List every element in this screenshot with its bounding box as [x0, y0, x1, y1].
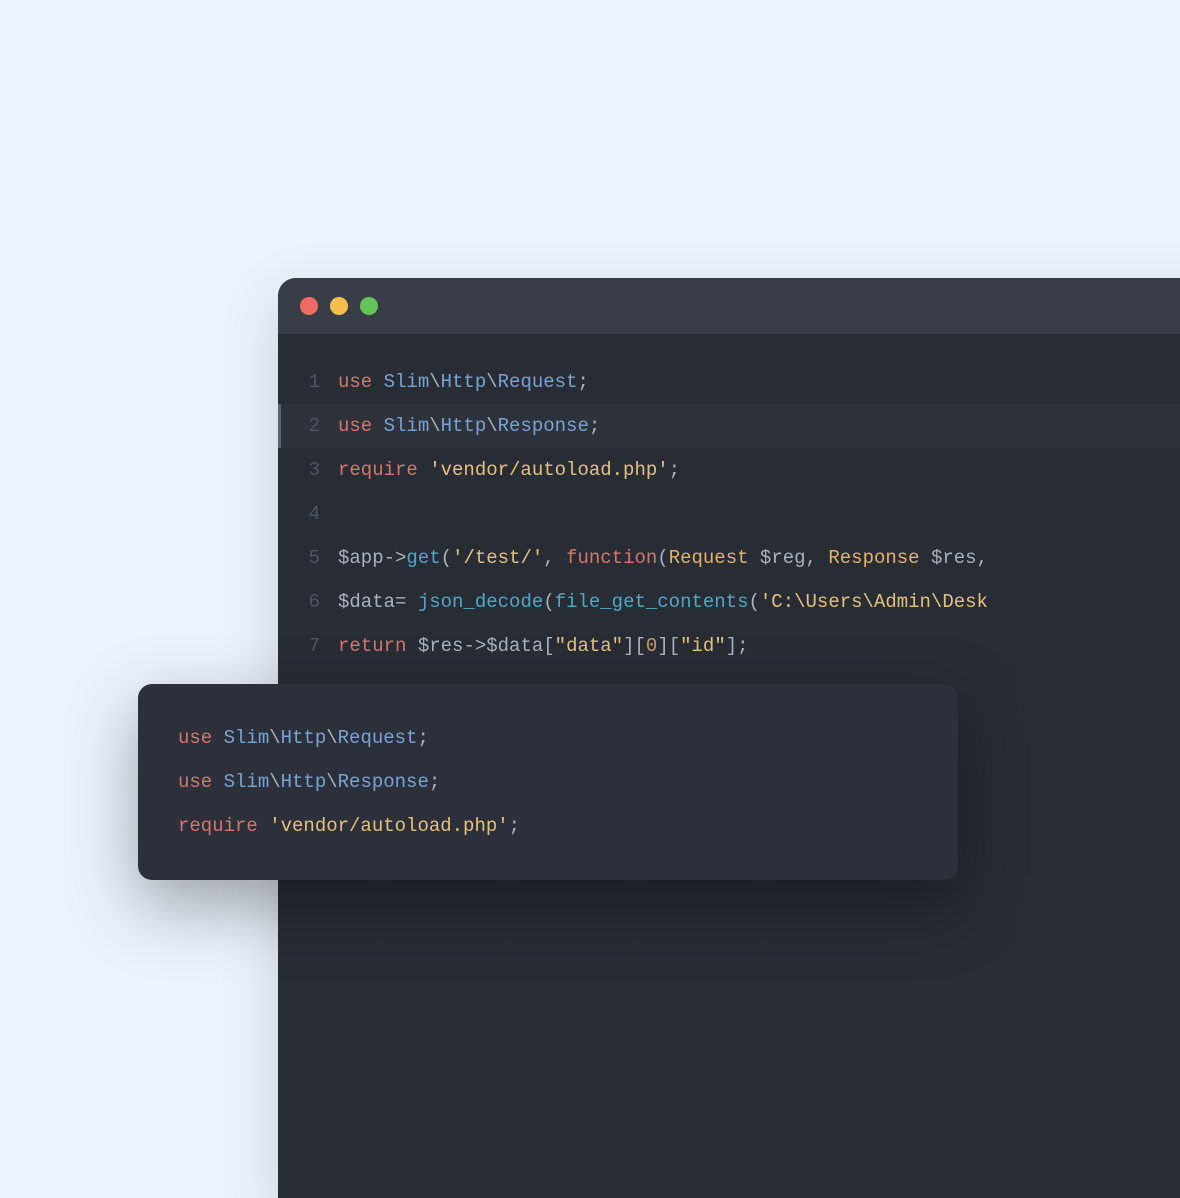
- code-token: ->: [463, 635, 486, 657]
- code-token: Slim: [224, 727, 270, 749]
- line-number: 4: [278, 503, 326, 525]
- code-token: \: [429, 371, 440, 393]
- code-token: \: [486, 415, 497, 437]
- code-token: (: [441, 547, 452, 569]
- code-token: $reg,: [749, 547, 829, 569]
- code-token: Response: [498, 415, 589, 437]
- code-token: "id": [680, 635, 726, 657]
- line-content[interactable]: require 'vendor/autoload.php';: [326, 459, 680, 481]
- code-tooltip: use Slim\Http\Request;use Slim\Http\Resp…: [138, 684, 958, 880]
- window-titlebar: [278, 278, 1180, 334]
- code-token: (: [657, 547, 668, 569]
- code-token: Slim: [224, 771, 270, 793]
- code-token: $data: [338, 591, 395, 613]
- code-token: Http: [441, 415, 487, 437]
- code-token: require: [178, 815, 269, 837]
- code-token: 0: [646, 635, 657, 657]
- code-line[interactable]: 2use Slim\Http\Response;: [278, 404, 1180, 448]
- tooltip-line: use Slim\Http\Request;: [178, 716, 918, 760]
- line-content[interactable]: use Slim\Http\Response;: [326, 415, 600, 437]
- code-token: Response: [828, 547, 919, 569]
- line-number: 7: [278, 635, 326, 657]
- code-token: ;: [509, 815, 520, 837]
- code-token: Slim: [384, 415, 430, 437]
- code-token: \: [269, 727, 280, 749]
- code-token: Response: [338, 771, 429, 793]
- code-token: \: [486, 371, 497, 393]
- minimize-button[interactable]: [330, 297, 348, 315]
- line-number: 3: [278, 459, 326, 481]
- code-token: ->: [384, 547, 407, 569]
- code-token: use: [338, 415, 384, 437]
- code-token: use: [338, 371, 384, 393]
- line-content[interactable]: use Slim\Http\Request;: [326, 371, 589, 393]
- code-token: return: [338, 635, 418, 657]
- code-token: ;: [669, 459, 680, 481]
- code-token: ;: [577, 371, 588, 393]
- code-line[interactable]: 4: [278, 492, 1180, 536]
- code-token: Request: [498, 371, 578, 393]
- line-number: 1: [278, 371, 326, 393]
- code-token: \: [429, 415, 440, 437]
- line-content[interactable]: return $res->$data["data"][0]["id"];: [326, 635, 749, 657]
- code-token: get: [406, 547, 440, 569]
- code-token: use: [178, 727, 224, 749]
- code-token: $res,: [920, 547, 988, 569]
- line-number: 5: [278, 547, 326, 569]
- tooltip-line: require 'vendor/autoload.php';: [178, 804, 918, 848]
- code-token: (: [749, 591, 760, 613]
- code-token: Request: [669, 547, 749, 569]
- code-token: $app: [338, 547, 384, 569]
- code-token: ][: [623, 635, 646, 657]
- code-token: $data: [486, 635, 543, 657]
- code-token: require: [338, 459, 429, 481]
- line-number: 6: [278, 591, 326, 613]
- line-number: 2: [278, 415, 326, 437]
- code-token: Http: [281, 727, 327, 749]
- code-token: 'vendor/autoload.php': [269, 815, 508, 837]
- code-token: $res: [418, 635, 464, 657]
- code-token: \: [269, 771, 280, 793]
- code-token: (: [543, 591, 554, 613]
- code-token: Http: [441, 371, 487, 393]
- line-content[interactable]: $app->get('/test/', function(Request $re…: [326, 547, 988, 569]
- code-line[interactable]: 7return $res->$data["data"][0]["id"];: [278, 624, 1180, 668]
- maximize-button[interactable]: [360, 297, 378, 315]
- code-line[interactable]: 6$data= json_decode(file_get_contents('C…: [278, 580, 1180, 624]
- code-token: ;: [429, 771, 440, 793]
- code-token: 'vendor/autoload.php': [429, 459, 668, 481]
- code-token: [: [543, 635, 554, 657]
- code-line[interactable]: 3require 'vendor/autoload.php';: [278, 448, 1180, 492]
- close-button[interactable]: [300, 297, 318, 315]
- code-token: file_get_contents: [555, 591, 749, 613]
- code-token: Http: [281, 771, 327, 793]
- code-token: \: [326, 727, 337, 749]
- code-token: ;: [417, 727, 428, 749]
- code-token: 'C:\Users\Admin\Desk: [760, 591, 988, 613]
- code-token: json_decode: [418, 591, 543, 613]
- code-token: =: [395, 591, 418, 613]
- code-token: use: [178, 771, 224, 793]
- code-token: function: [566, 547, 657, 569]
- code-token: "data": [555, 635, 623, 657]
- code-token: \: [326, 771, 337, 793]
- code-token: ][: [657, 635, 680, 657]
- code-token: '/test/': [452, 547, 543, 569]
- line-content[interactable]: $data= json_decode(file_get_contents('C:…: [326, 591, 988, 613]
- code-token: ;: [589, 415, 600, 437]
- code-token: ,: [543, 547, 566, 569]
- code-token: Request: [338, 727, 418, 749]
- code-token: Slim: [384, 371, 430, 393]
- code-line[interactable]: 1use Slim\Http\Request;: [278, 360, 1180, 404]
- code-line[interactable]: 5$app->get('/test/', function(Request $r…: [278, 536, 1180, 580]
- code-token: ];: [726, 635, 749, 657]
- code-area[interactable]: 1use Slim\Http\Request;2use Slim\Http\Re…: [278, 334, 1180, 668]
- tooltip-line: use Slim\Http\Response;: [178, 760, 918, 804]
